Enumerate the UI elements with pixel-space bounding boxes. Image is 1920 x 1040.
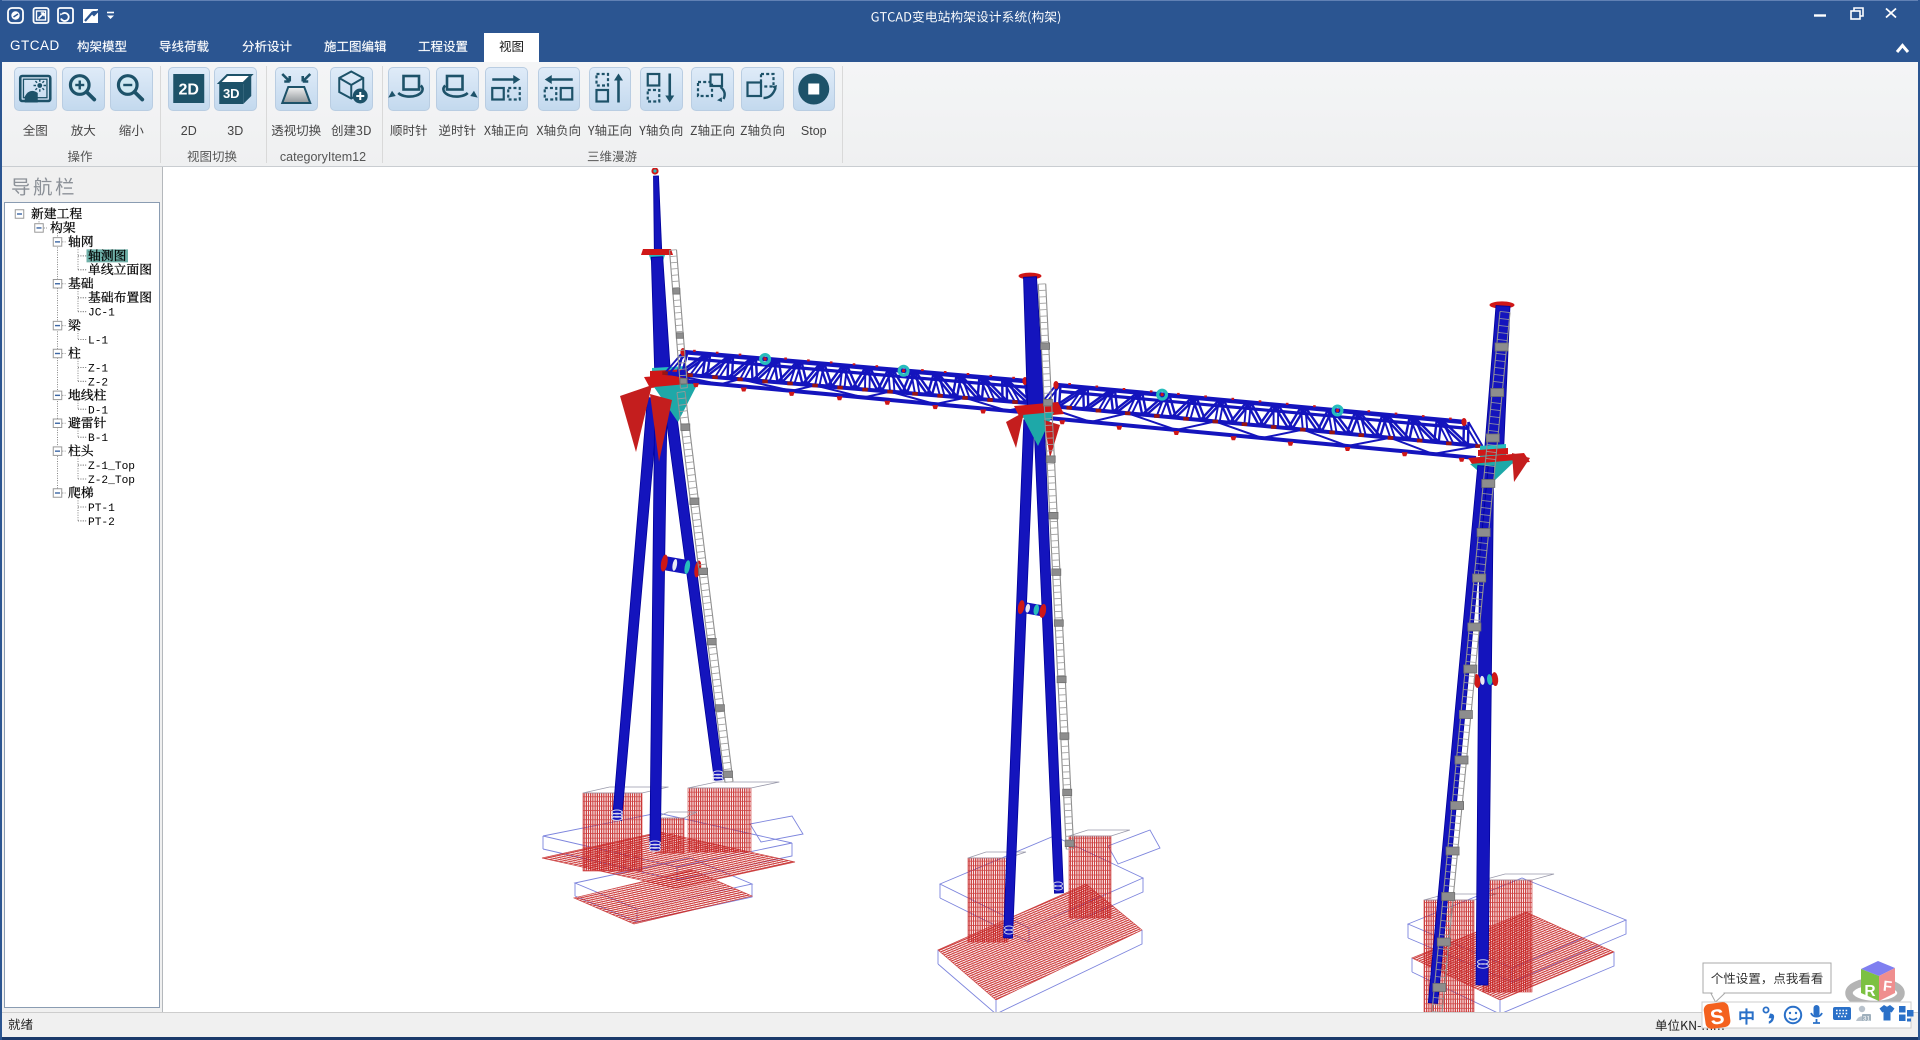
svg-text:PT-1: PT-1: [88, 503, 115, 515]
svg-text:JC-1: JC-1: [88, 308, 115, 320]
svg-text:2D: 2D: [179, 82, 199, 99]
svg-text:categoryItem12: categoryItem12: [280, 150, 366, 164]
svg-text:PT-2: PT-2: [88, 517, 115, 529]
svg-text:3D: 3D: [223, 86, 240, 101]
svg-text:L-1: L-1: [88, 336, 108, 348]
svg-text:Stop: Stop: [801, 124, 827, 138]
svg-text:Z-2_Top: Z-2_Top: [88, 475, 135, 487]
svg-text:3D: 3D: [227, 124, 243, 138]
svg-text:2D: 2D: [181, 124, 197, 138]
svg-text:F: F: [1882, 979, 1893, 996]
svg-text:31: 31: [1863, 1016, 1871, 1023]
svg-text:Z-2: Z-2: [88, 377, 108, 389]
svg-text:D-1: D-1: [88, 405, 108, 417]
svg-text:Z-1_Top: Z-1_Top: [88, 461, 135, 473]
svg-text:B-1: B-1: [88, 433, 108, 445]
svg-text:R: R: [1864, 983, 1875, 1000]
svg-text:Z-1: Z-1: [88, 363, 108, 375]
